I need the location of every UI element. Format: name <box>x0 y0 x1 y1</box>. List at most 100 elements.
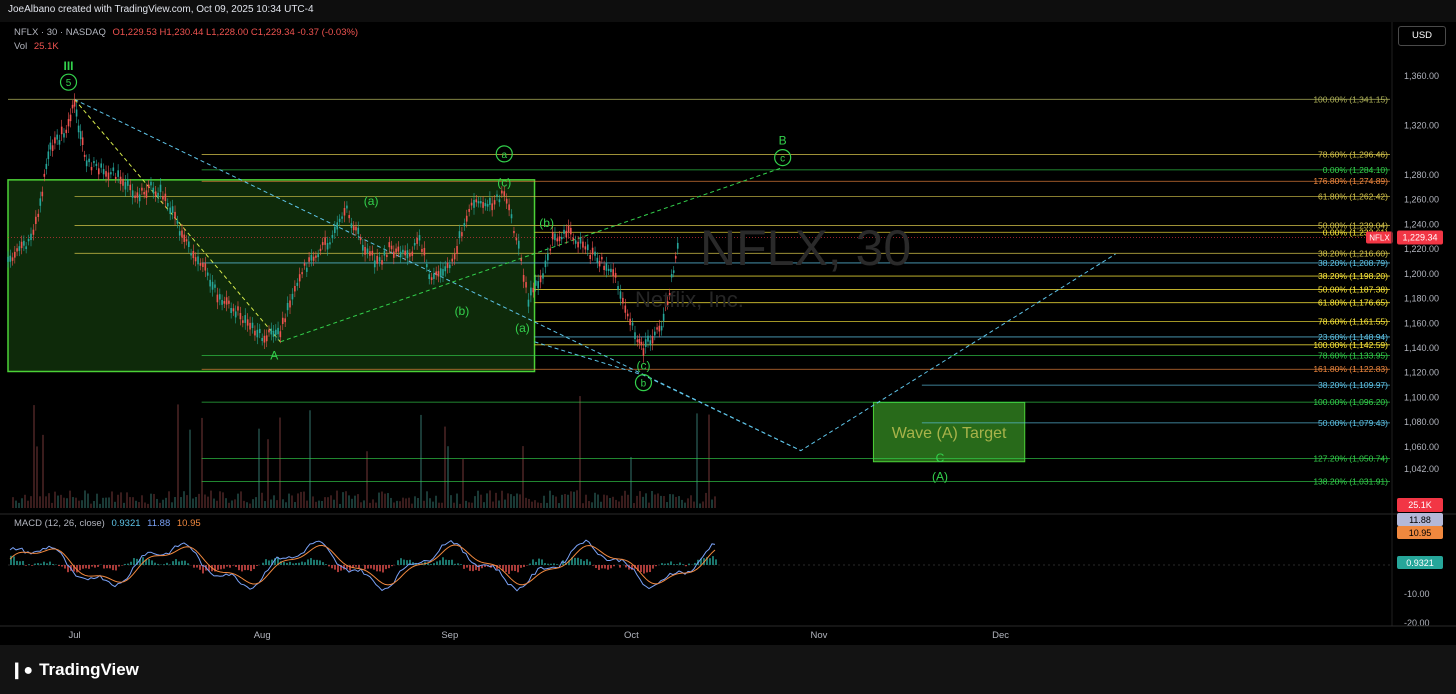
macd-histogram-bar <box>151 560 153 565</box>
volume-bar <box>561 494 563 508</box>
volume-bar <box>477 490 479 508</box>
macd-histogram-bar <box>115 565 117 571</box>
macd-histogram-bar <box>517 565 519 573</box>
candle <box>629 318 631 326</box>
candle <box>491 203 493 211</box>
tradingview-logo[interactable]: ❙● TradingView <box>10 660 139 680</box>
candle <box>51 145 54 151</box>
macd-histogram-bar <box>181 560 183 565</box>
candle <box>584 246 587 250</box>
candle <box>232 308 235 312</box>
symbol-line: NFLX · 30 · NASDAQ <box>14 27 106 38</box>
creator-text: JoeAlbano created with TradingView.com, … <box>8 4 314 15</box>
candle <box>43 173 46 177</box>
volume-bar <box>666 502 668 508</box>
candle <box>388 242 391 248</box>
macd-histogram-bar <box>13 556 15 565</box>
volume-bar <box>579 396 581 508</box>
macd-histogram-bar <box>166 562 168 565</box>
wave-label: c <box>780 154 785 165</box>
candle <box>166 203 169 207</box>
price-tick: 1,280.00 <box>1404 170 1439 180</box>
macd-histogram-bar <box>385 565 387 570</box>
chart-canvas[interactable]: Wave (A) Target 100.00% (1,341.15) 78.60%… <box>0 0 1456 694</box>
fib-label: 0.00% (1,284.10) <box>1323 165 1388 175</box>
volume-bar <box>204 494 206 508</box>
candle <box>636 339 639 343</box>
macd-histogram-bar <box>247 565 249 571</box>
macd-histogram-bar <box>445 559 447 565</box>
volume-bar <box>549 490 551 508</box>
macd-histogram-bar <box>712 556 714 565</box>
candle <box>456 246 458 254</box>
candle <box>409 253 411 257</box>
candle <box>308 257 310 262</box>
volume-bar <box>30 496 32 508</box>
candle <box>174 211 176 219</box>
volume-bar <box>69 490 71 508</box>
candle <box>221 299 223 305</box>
volume-bar <box>405 498 407 508</box>
candle <box>37 213 40 218</box>
currency-button[interactable]: USD <box>1398 26 1446 46</box>
candle <box>56 134 58 140</box>
macd-histogram-bar <box>109 565 111 569</box>
volume-bar <box>165 497 167 508</box>
volume-bar <box>360 502 362 508</box>
macd-histogram-bar <box>226 565 228 567</box>
candle <box>355 226 357 231</box>
macd-histogram-bar <box>79 565 81 571</box>
candle <box>147 184 150 188</box>
volume-bar <box>117 494 119 508</box>
candle <box>567 225 570 233</box>
volume-bar <box>51 502 53 508</box>
macd-histogram-bar <box>148 559 150 565</box>
candle <box>470 202 473 206</box>
macd-histogram-bar <box>505 565 507 572</box>
candle <box>131 190 134 198</box>
candle <box>124 181 127 190</box>
macd-legend[interactable]: MACD (12, 26, close) 0.9321 11.88 10.95 <box>14 518 201 529</box>
fib-label: 38.20% (1,216.60) <box>1318 248 1388 258</box>
macd-histogram-bar <box>664 563 666 565</box>
macd-histogram-bar <box>58 565 60 567</box>
volume-bar <box>642 496 644 508</box>
volume-bar <box>132 497 134 508</box>
candle <box>477 201 480 204</box>
macd-histogram-bar <box>400 558 402 565</box>
volume-bar <box>219 491 221 508</box>
volume-legend[interactable]: Vol 25.1K <box>14 41 59 52</box>
macd-histogram-bar <box>403 559 405 565</box>
volume-bar <box>501 490 503 508</box>
volume-bar <box>648 502 650 508</box>
volume-bar <box>576 490 578 508</box>
candle <box>16 248 18 252</box>
candle <box>426 264 428 268</box>
volume-bar <box>393 502 395 508</box>
fib-label: 61.80% (1,176.65) <box>1318 298 1388 308</box>
volume-bar <box>159 502 161 508</box>
fib-label: 176.80% (1,274.89) <box>1313 176 1388 186</box>
volume-bar <box>423 500 425 508</box>
candle <box>638 338 641 344</box>
candle <box>542 273 544 279</box>
candle <box>369 251 371 256</box>
macd-histogram-bar <box>325 564 327 565</box>
macd-histogram-bar <box>22 560 24 565</box>
macd-histogram-bar <box>94 565 96 568</box>
symbol-legend[interactable]: NFLX · 30 · NASDAQ O1,229.53 H1,230.44 L… <box>14 27 358 38</box>
volume-bar <box>243 500 245 508</box>
macd-badge-text: 11.88 <box>1409 515 1431 525</box>
candle <box>574 240 577 244</box>
volume-bar <box>612 496 614 508</box>
candle <box>30 233 32 241</box>
candle <box>134 195 136 199</box>
price-tick: 1,080.00 <box>1404 417 1439 427</box>
volume-bar <box>375 502 377 508</box>
candle <box>496 194 498 197</box>
macd-histogram-bar <box>133 558 135 565</box>
macd-value-1: 0.9321 <box>111 518 141 529</box>
volume-bar <box>396 500 398 508</box>
volume-bar <box>567 494 569 508</box>
macd-histogram-bar <box>514 565 516 571</box>
